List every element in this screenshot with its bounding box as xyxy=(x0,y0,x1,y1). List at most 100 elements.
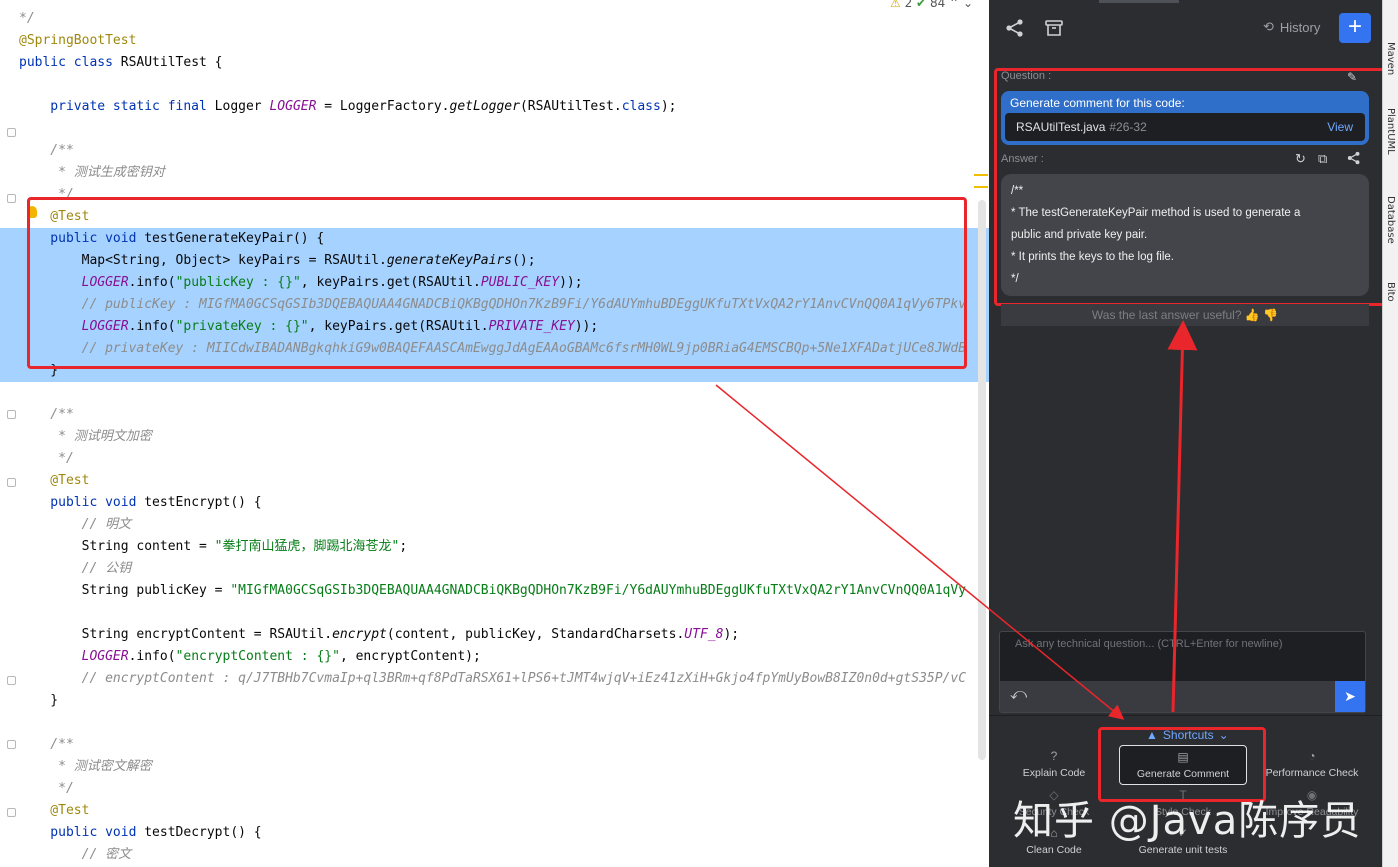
code-line[interactable]: * 测试密文解密 xyxy=(19,756,989,778)
fold-icon[interactable] xyxy=(7,478,16,487)
code-token: ); xyxy=(723,627,740,642)
code-line[interactable]: public void testEncrypt() { xyxy=(19,492,989,514)
code-line[interactable] xyxy=(19,118,989,140)
code-line[interactable]: public class RSAUtilTest { xyxy=(19,52,989,74)
code-line[interactable]: @Test xyxy=(19,470,989,492)
code-line[interactable] xyxy=(19,602,989,624)
code-line[interactable] xyxy=(19,712,989,734)
tab-indicator xyxy=(1099,0,1179,3)
code-line[interactable]: */ xyxy=(19,448,989,470)
code-line[interactable]: // 公钥 xyxy=(19,558,989,580)
code-line[interactable]: LOGGER.info("encryptContent : {}", encry… xyxy=(19,646,989,668)
performance-check-button[interactable]: ◔ Performance Check xyxy=(1252,749,1372,779)
code-line[interactable]: private static final Logger LOGGER = Log… xyxy=(19,96,989,118)
code-token: testEncrypt() { xyxy=(144,495,262,510)
database-tab[interactable]: Database xyxy=(1385,196,1396,244)
share-icon[interactable] xyxy=(1005,18,1025,43)
fold-icon[interactable] xyxy=(7,194,16,203)
code-line[interactable]: */ xyxy=(19,8,989,30)
archive-icon[interactable] xyxy=(1044,18,1064,43)
code-line[interactable]: /** xyxy=(19,140,989,162)
code-token: "encryptContent : {}" xyxy=(175,649,340,664)
code-token: testDecrypt() { xyxy=(144,825,262,840)
code-token: "MIGfMA0GCSqGSIb3DQEBAQUAA4GNADCBiQKBgQD… xyxy=(230,583,967,598)
code-line[interactable]: /** xyxy=(19,404,989,426)
warning-marker[interactable] xyxy=(974,186,988,188)
question-icon: ? xyxy=(1050,749,1058,763)
bito-tab[interactable]: Bito xyxy=(1385,282,1396,302)
history-button[interactable]: ⟲ History xyxy=(1263,19,1320,35)
code-line[interactable]: } xyxy=(19,690,989,712)
fold-icon[interactable] xyxy=(7,410,16,419)
code-line[interactable]: * 测试生成密钥对 xyxy=(19,162,989,184)
fold-icon[interactable] xyxy=(7,128,16,137)
chat-highlight-box xyxy=(994,68,1391,306)
code-line[interactable]: public void testDecrypt() { xyxy=(19,822,989,844)
question-input[interactable] xyxy=(1000,632,1365,682)
code-token: LOGGER xyxy=(81,649,129,664)
feedback-text: Was the last answer useful? xyxy=(1091,308,1242,322)
new-chat-button[interactable]: + xyxy=(1339,13,1371,43)
code-token: ; xyxy=(399,539,408,554)
code-token: */ xyxy=(19,451,74,466)
tool-window-strip: Maven PlantUML Database Bito xyxy=(1382,0,1398,867)
code-token: String encryptContent = RSAUtil. xyxy=(19,627,333,642)
code-line[interactable]: // 明文 xyxy=(19,514,989,536)
code-token: private static final xyxy=(19,99,215,114)
chat-input-box: ⤺ ➤ xyxy=(999,631,1366,713)
code-token: } xyxy=(19,693,59,708)
gauge-icon: ◔ xyxy=(1308,749,1316,763)
editor-scrollbar[interactable] xyxy=(978,200,986,760)
feedback-row: Was the last answer useful? 👍 👎 xyxy=(1001,304,1369,326)
code-line[interactable]: String publicKey = "MIGfMA0GCSqGSIb3DQEB… xyxy=(19,580,989,602)
fold-icon[interactable] xyxy=(7,808,16,817)
code-line[interactable]: */ xyxy=(19,778,989,800)
code-line[interactable] xyxy=(19,382,989,404)
send-button[interactable]: ➤ xyxy=(1335,681,1365,712)
code-token: * 测试明文加密 xyxy=(19,429,152,444)
code-line[interactable] xyxy=(19,74,989,96)
code-token: RSAUtilTest { xyxy=(120,55,223,70)
code-token: */ xyxy=(19,781,74,796)
code-line[interactable]: @Test xyxy=(19,800,989,822)
code-line[interactable]: /** xyxy=(19,734,989,756)
thumbs-down-icon[interactable]: 👎 xyxy=(1263,308,1278,322)
code-token: /** xyxy=(19,407,74,422)
thumbs-up-icon[interactable]: 👍 xyxy=(1245,308,1260,322)
code-line[interactable]: String content = "拳打南山猛虎，脚踢北海苍龙"; xyxy=(19,536,989,558)
fold-icon[interactable] xyxy=(7,676,16,685)
code-line[interactable]: // encryptContent : q/J7TBHb7CvmaIp+ql3B… xyxy=(19,668,989,690)
code-line[interactable]: * 测试明文加密 xyxy=(19,426,989,448)
plantuml-tab[interactable]: PlantUML xyxy=(1385,108,1396,155)
code-token: @Test xyxy=(19,803,90,818)
code-line[interactable]: // 密文 xyxy=(19,844,989,866)
code-token: = LoggerFactory. xyxy=(316,99,450,114)
performance-check-label: Performance Check xyxy=(1265,767,1359,779)
code-lines[interactable]: */ @SpringBootTest public class RSAUtilTes… xyxy=(0,8,989,867)
watermark: 知乎 @Java陈序员 xyxy=(1013,798,1362,844)
code-editor[interactable]: ⚠ 2 ✔ 84 ⌃ ⌄ */@SpringBootTest public cla… xyxy=(0,0,989,867)
code-token: @SpringBootTest xyxy=(19,33,137,48)
warning-marker[interactable] xyxy=(974,174,988,176)
explain-code-button[interactable]: ? Explain Code xyxy=(994,749,1114,779)
fold-icon[interactable] xyxy=(7,740,16,749)
code-token: /** xyxy=(19,737,74,752)
code-token: // 密文 xyxy=(19,847,132,862)
code-token: public void xyxy=(19,825,145,840)
undo-icon[interactable]: ⤺ xyxy=(1010,686,1027,704)
code-token: * 测试密文解密 xyxy=(19,759,152,774)
code-token: // encryptContent : q/J7TBHb7CvmaIp+ql3B… xyxy=(19,671,967,686)
code-line[interactable]: @SpringBootTest xyxy=(19,30,989,52)
code-token: UTF_8 xyxy=(684,627,724,642)
code-token: @Test xyxy=(19,473,90,488)
code-token: // 公钥 xyxy=(19,561,132,576)
code-token: getLogger xyxy=(449,99,520,114)
code-line[interactable]: String encryptContent = RSAUtil.encrypt(… xyxy=(19,624,989,646)
code-token: ); xyxy=(660,99,677,114)
code-token: // 明文 xyxy=(19,517,132,532)
code-token: public void xyxy=(19,495,145,510)
history-icon: ⟲ xyxy=(1263,19,1274,34)
maven-tab[interactable]: Maven xyxy=(1385,42,1396,75)
code-token: String publicKey = xyxy=(19,583,231,598)
code-token: .info( xyxy=(128,649,176,664)
